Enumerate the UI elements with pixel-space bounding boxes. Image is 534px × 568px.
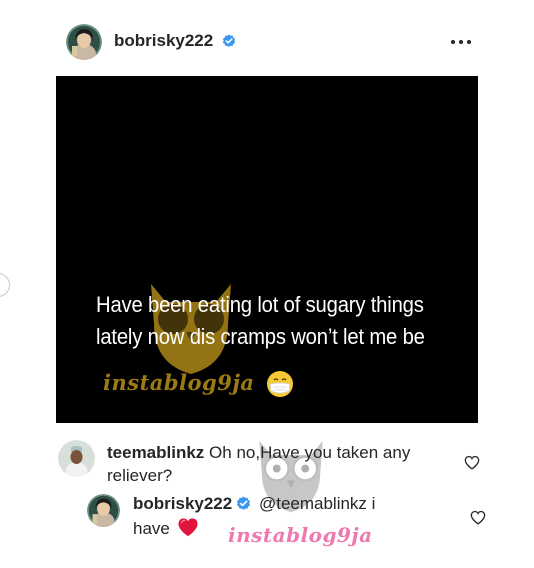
post-media[interactable]: Have been eating lot of sugary things la… [56,76,478,423]
reply-text-2: have [133,519,170,538]
reply-username[interactable]: bobrisky222 [133,494,232,513]
comment-username[interactable]: teemablinkz [107,443,204,462]
verified-badge-icon [236,494,251,517]
red-heart-emoji [178,518,198,537]
post-header: bobrisky222 [0,0,534,76]
media-caption: Have been eating lot of sugary things la… [96,289,425,353]
more-options-icon[interactable] [449,40,473,48]
watermark-text: instablog9ja [103,370,255,395]
commenter-avatar[interactable] [58,440,95,477]
reply-author-avatar[interactable] [87,494,120,527]
heart-outline-icon[interactable] [464,455,480,470]
comment-1: teemablinkz Oh no,Have you taken any rel… [107,441,457,487]
face-with-medical-mask-emoji [267,371,293,397]
caption-line-2: lately now dis cramps won’t let me be [96,324,425,349]
heart-outline-icon[interactable] [470,510,486,525]
caption-line-1: Have been eating lot of sugary things [96,292,424,317]
watermark-text-pink: instablog9ja [228,523,373,547]
reply-text-1: i [371,494,376,513]
mention-link[interactable]: @teemablinkz [259,494,367,513]
author-username[interactable]: bobrisky222 [114,31,213,51]
author-avatar[interactable] [66,24,102,60]
verified-badge-icon [222,34,236,53]
carousel-prev-edge[interactable] [0,273,10,297]
